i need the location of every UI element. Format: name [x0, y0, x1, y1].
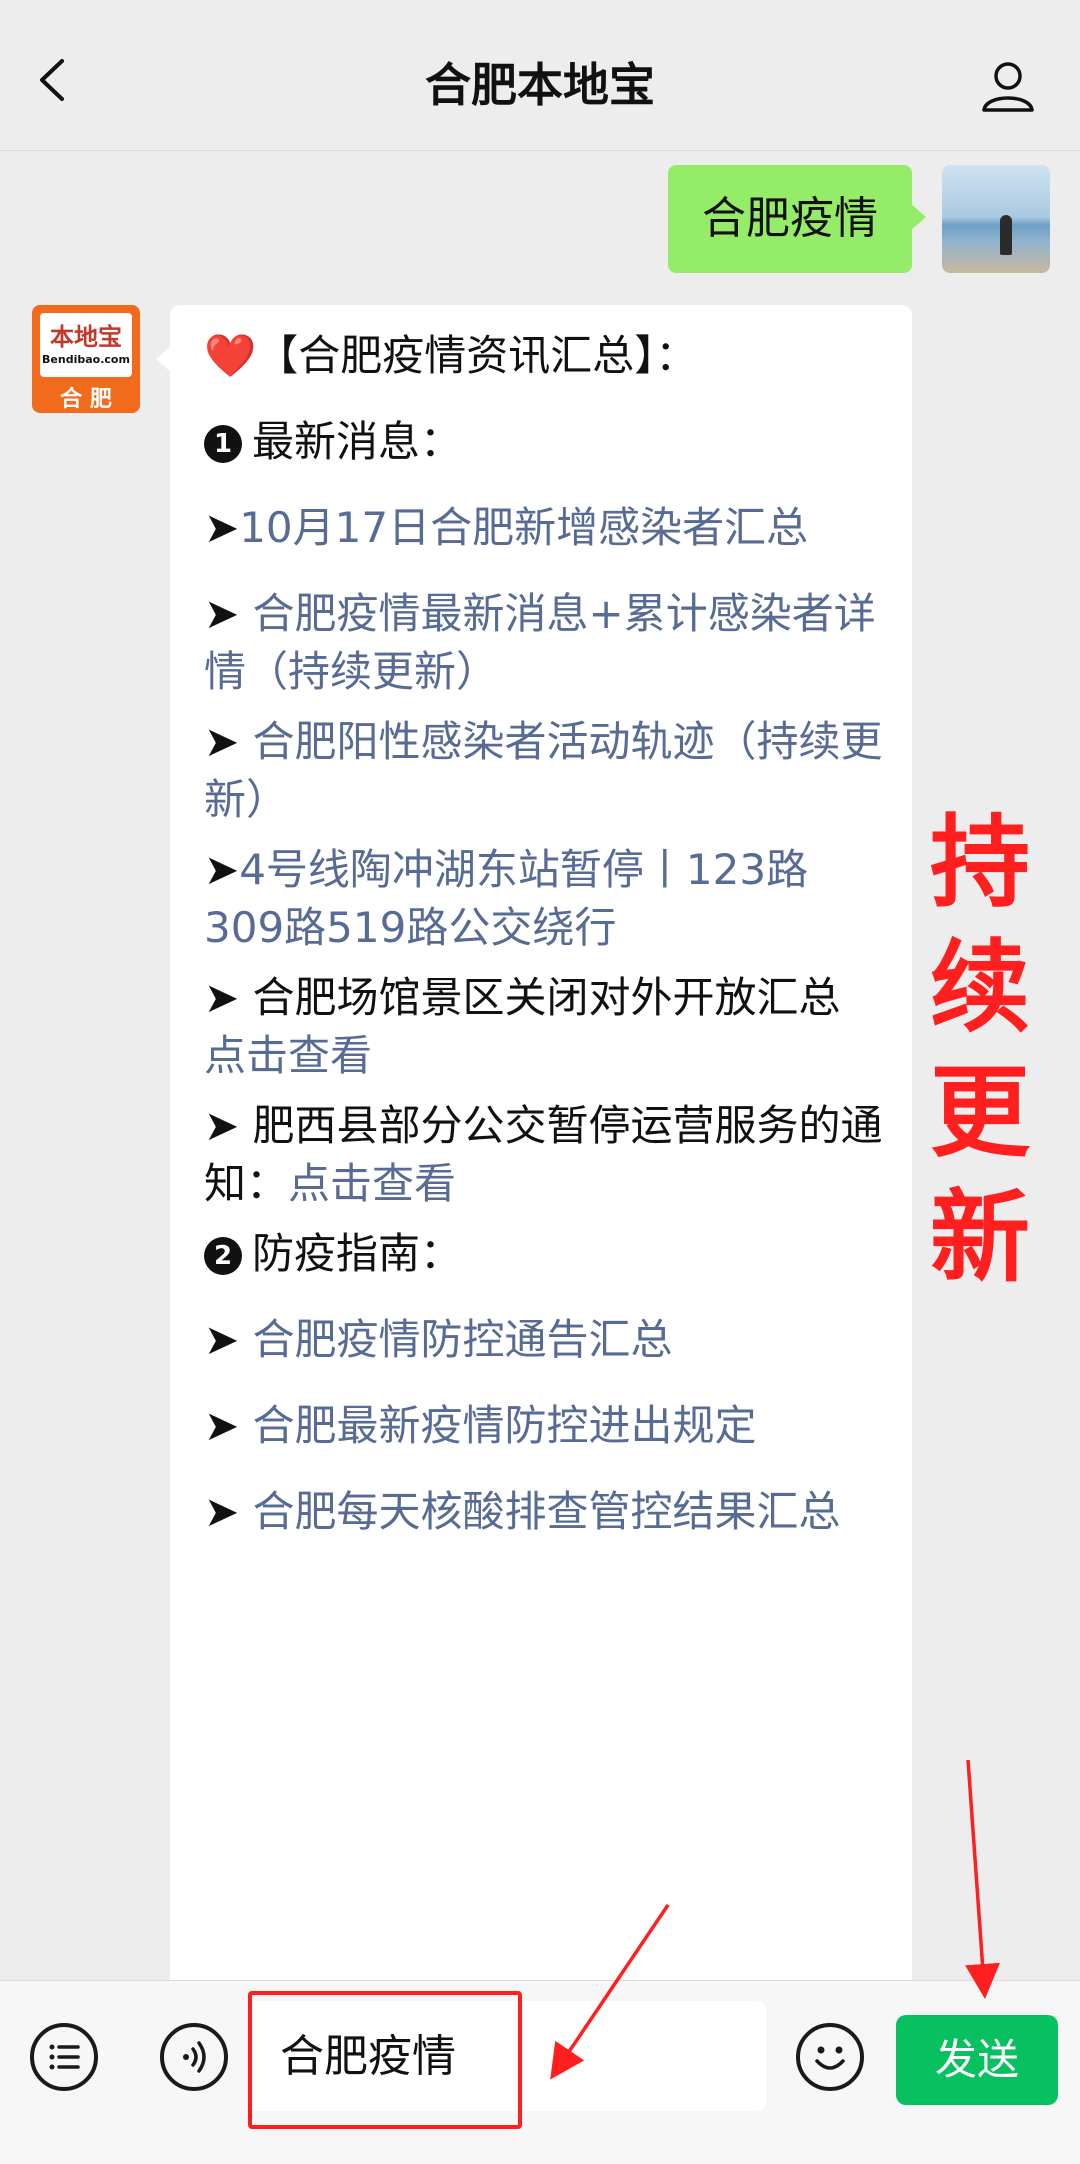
logo-sub-text: Bendibao.com	[42, 353, 130, 366]
news-item-2[interactable]: ➤ 合肥疫情最新消息+累计感染者详情（持续更新）	[204, 585, 884, 701]
guide-item-2[interactable]: ➤ 合肥最新疫情防控进出规定	[204, 1397, 884, 1455]
voice-icon[interactable]	[160, 2023, 228, 2091]
news-item-4[interactable]: ➤4号线陶冲湖东站暂停丨123路309路519路公交绕行	[204, 841, 884, 957]
news-item-3[interactable]: ➤ 合肥阳性感染者活动轨迹（持续更新）	[204, 713, 884, 829]
input-bar: 合肥疫情 发送	[0, 1980, 1080, 2164]
view-link[interactable]: 点击查看	[288, 1159, 456, 1208]
news-link[interactable]: 合肥阳性感染者活动轨迹（持续更新）	[204, 717, 883, 824]
news-link[interactable]: 10月17日合肥新增感染者汇总	[239, 503, 808, 552]
view-link[interactable]: 点击查看	[204, 1031, 372, 1080]
side-annotation: 持续更新	[930, 804, 1030, 1296]
profile-icon[interactable]	[978, 56, 1038, 116]
news-link[interactable]: 4号线陶冲湖东站暂停丨123路309路519路公交绕行	[204, 845, 808, 952]
page-title: 合肥本地宝	[425, 58, 655, 112]
section-1-heading: 1 最新消息：	[204, 413, 884, 471]
heart-icon: ❤️	[204, 331, 257, 380]
number-2-icon: 2	[204, 1237, 242, 1275]
avatar-figure	[1000, 215, 1012, 255]
arrow-icon: ➤	[204, 503, 240, 552]
arrow-icon: ➤	[204, 1487, 240, 1536]
number-1-icon: 1	[204, 425, 242, 463]
user-avatar[interactable]	[942, 165, 1050, 273]
logo-city-text: 合 肥	[60, 387, 112, 412]
outgoing-message[interactable]: 合肥疫情	[668, 165, 926, 273]
arrow-icon: ➤	[204, 845, 240, 894]
top-bar: 合肥本地宝	[0, 0, 1080, 151]
guide-link[interactable]: 合肥最新疫情防控进出规定	[239, 1401, 757, 1450]
logo-box: 本地宝 Bendibao.com	[40, 313, 132, 377]
send-button[interactable]: 发送	[896, 2015, 1058, 2105]
guide-item-1[interactable]: ➤ 合肥疫情防控通告汇总	[204, 1311, 884, 1369]
news-link[interactable]: 合肥疫情最新消息+累计感染者详情（持续更新）	[204, 589, 876, 696]
outgoing-message-text: 合肥疫情	[702, 193, 878, 244]
incoming-message: ❤️【合肥疫情资讯汇总】： 1 最新消息： ➤10月17日合肥新增感染者汇总 ➤ …	[170, 305, 912, 2005]
news-item-5: ➤ 合肥场馆景区关闭对外开放汇总 点击查看	[204, 973, 841, 1080]
guide-link[interactable]: 合肥每天核酸排查管控结果汇总	[239, 1487, 841, 1536]
bot-avatar[interactable]: 本地宝 Bendibao.com 合 肥	[32, 305, 140, 413]
emoji-icon[interactable]	[796, 2023, 864, 2091]
arrow-icon: ➤	[204, 589, 240, 638]
arrow-icon: ➤	[204, 1315, 240, 1364]
arrow-icon: ➤	[204, 1101, 240, 1150]
input-highlight-box	[248, 1991, 522, 2129]
section-2-heading: 2 防疫指南：	[204, 1225, 884, 1283]
message-heading: ❤️【合肥疫情资讯汇总】：	[204, 331, 698, 380]
news-item-6: ➤ 肥西县部分公交暂停运营服务的通知：点击查看	[204, 1101, 883, 1208]
arrow-icon: ➤	[204, 717, 240, 766]
menu-icon[interactable]	[30, 2023, 98, 2091]
guide-link[interactable]: 合肥疫情防控通告汇总	[239, 1315, 673, 1364]
arrow-icon: ➤	[204, 1401, 240, 1450]
arrow-icon: ➤	[204, 973, 240, 1022]
arrow-to-send	[965, 1759, 1000, 1999]
guide-item-3[interactable]: ➤ 合肥每天核酸排查管控结果汇总	[204, 1483, 884, 1541]
news-item-1[interactable]: ➤10月17日合肥新增感染者汇总	[204, 499, 884, 557]
logo-main-text: 本地宝	[50, 323, 122, 351]
